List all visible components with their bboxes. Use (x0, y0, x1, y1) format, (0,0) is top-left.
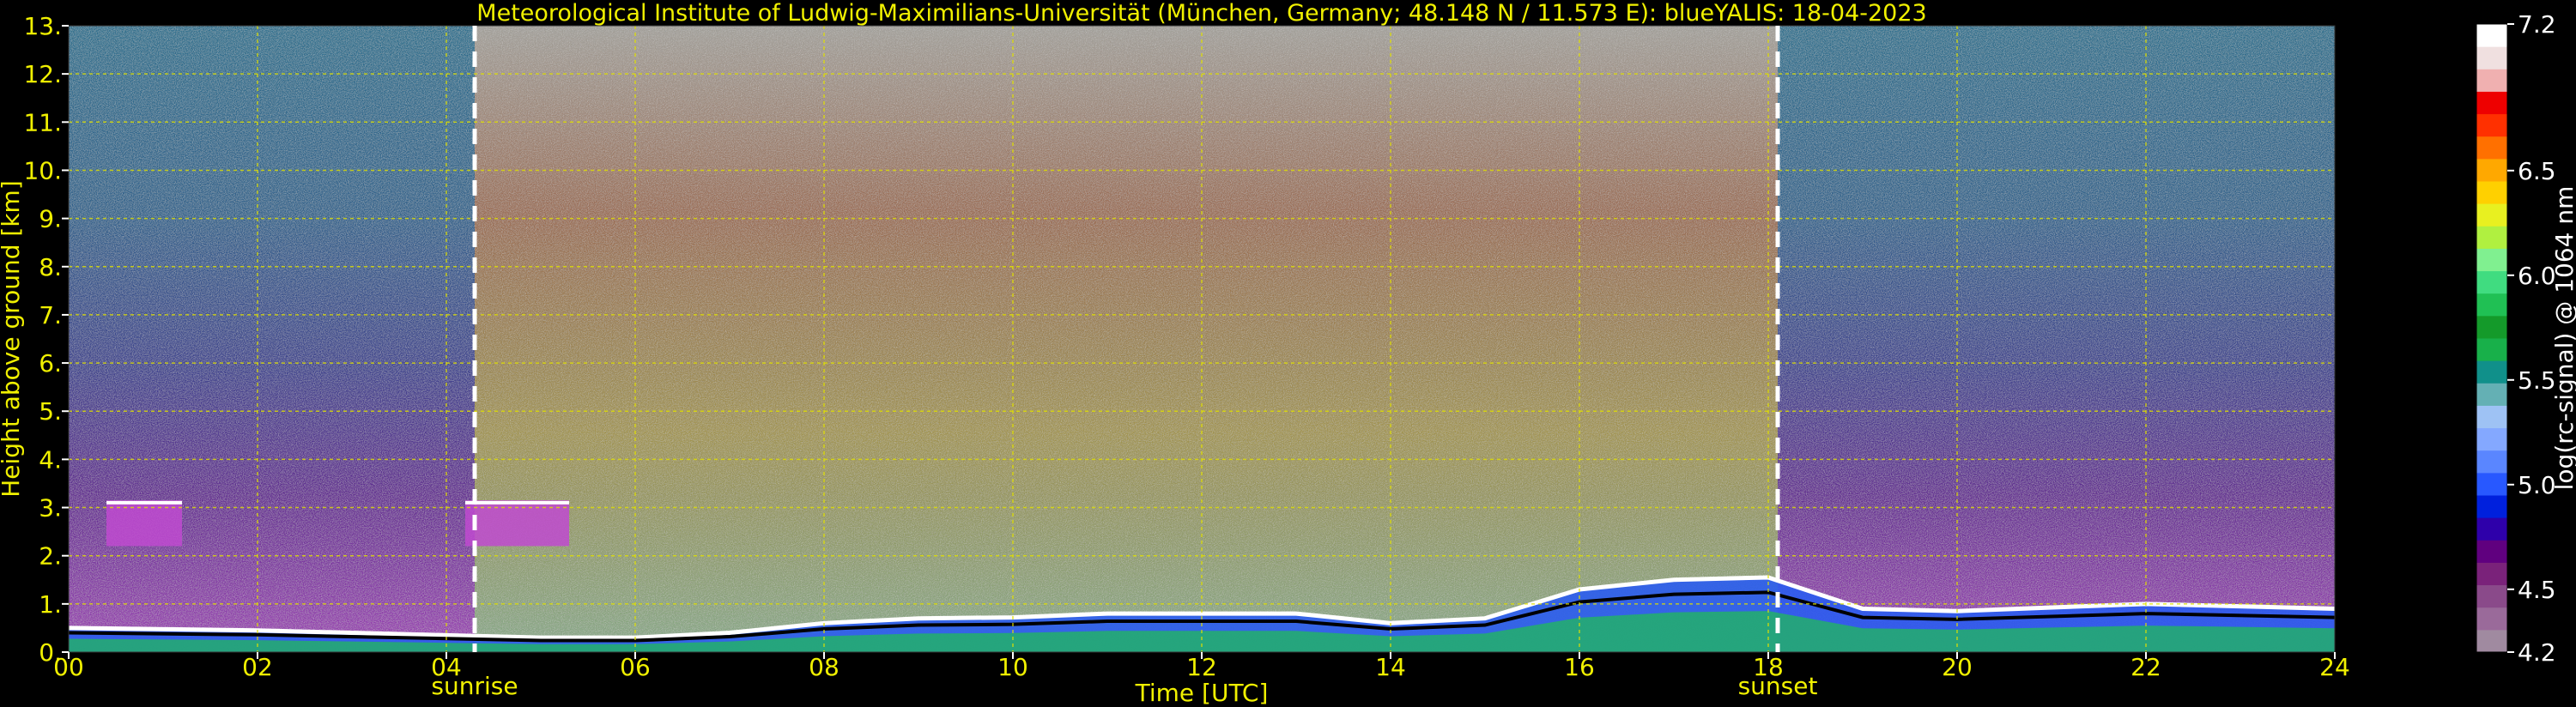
chart-title: Meteorological Institute of Ludwig-Maxim… (476, 0, 1926, 27)
x-tick-label: 18 (1753, 653, 1784, 681)
colorbar-tick-label: 6.5 (2518, 157, 2556, 185)
x-tick-label: 02 (242, 653, 273, 681)
colorbar-segment (2476, 607, 2507, 631)
colorbar-segment (2476, 517, 2507, 541)
colorbar-segment (2476, 181, 2507, 204)
y-tick-label: 11. (23, 108, 62, 136)
y-tick-label: 9. (39, 205, 62, 233)
colorbar-segment (2476, 427, 2507, 451)
y-tick-label: 0. (39, 638, 62, 667)
y-tick-label: 13. (23, 12, 62, 40)
y-tick-label: 4. (39, 445, 62, 474)
colorbar-tick-label: 7.2 (2518, 10, 2556, 39)
lidar-quicklook-chart: sunrise sunset 00 02 04 06 08 10 12 14 16 18 20 22 24… (0, 0, 2576, 707)
colorbar: 4.24.55.05.56.06.57.2 (2476, 10, 2556, 667)
colorbar-segment (2476, 24, 2507, 47)
x-tick-label: 14 (1375, 653, 1406, 681)
x-tick-label: 12 (1186, 653, 1217, 681)
plot-area (69, 26, 2335, 652)
x-tick-label: 22 (2131, 653, 2161, 681)
colorbar-segment (2476, 383, 2507, 406)
colorbar-segment (2476, 248, 2507, 272)
colorbar-tick-label: 4.2 (2518, 638, 2556, 667)
colorbar-segment (2476, 46, 2507, 69)
x-tick-label: 08 (809, 653, 839, 681)
colorbar-segment (2476, 405, 2507, 429)
y-tick-label: 12. (23, 60, 62, 88)
colorbar-segment (2476, 338, 2507, 361)
colorbar-segment (2476, 629, 2507, 653)
y-axis-label: Height above ground [km] (0, 180, 25, 498)
x-tick-label: 10 (997, 653, 1028, 681)
colorbar-segment (2476, 270, 2507, 294)
colorbar-segment (2476, 540, 2507, 563)
x-tick-label: 24 (2319, 653, 2350, 681)
colorbar-segment (2476, 203, 2507, 227)
colorbar-segment (2476, 226, 2507, 249)
colorbar-segment (2476, 450, 2507, 474)
colorbar-segment (2476, 562, 2507, 586)
colorbar-segment (2476, 360, 2507, 384)
y-tick-label: 3. (39, 494, 62, 523)
y-tick-label: 6. (39, 349, 62, 378)
y-tick-label: 7. (39, 301, 62, 329)
y-tick-label: 1. (39, 590, 62, 619)
colorbar-segment (2476, 315, 2507, 339)
y-tick-label: 5. (39, 397, 62, 426)
colorbar-segment (2476, 91, 2507, 115)
colorbar-segment (2476, 69, 2507, 92)
y-tick-label: 2. (39, 542, 62, 571)
colorbar-segment (2476, 584, 2507, 608)
x-tick-label: 06 (620, 653, 651, 681)
y-tick-label: 10. (23, 156, 62, 184)
colorbar-segment (2476, 136, 2507, 160)
x-axis-label: Time [UTC] (1135, 679, 1269, 707)
y-tick-label: 8. (39, 253, 62, 281)
x-tick-label: 20 (1942, 653, 1973, 681)
colorbar-tick-label: 4.5 (2518, 576, 2556, 604)
colorbar-segment (2476, 293, 2507, 317)
colorbar-segment (2476, 495, 2507, 518)
heatmap-noise-texture (69, 26, 2335, 652)
x-tick-label: 04 (431, 653, 462, 681)
x-tick-label: 16 (1564, 653, 1595, 681)
colorbar-label: log(rc-signal) @ 1064 nm (2550, 186, 2576, 491)
colorbar-segment (2476, 158, 2507, 182)
colorbar-segment (2476, 472, 2507, 496)
colorbar-segment (2476, 113, 2507, 137)
